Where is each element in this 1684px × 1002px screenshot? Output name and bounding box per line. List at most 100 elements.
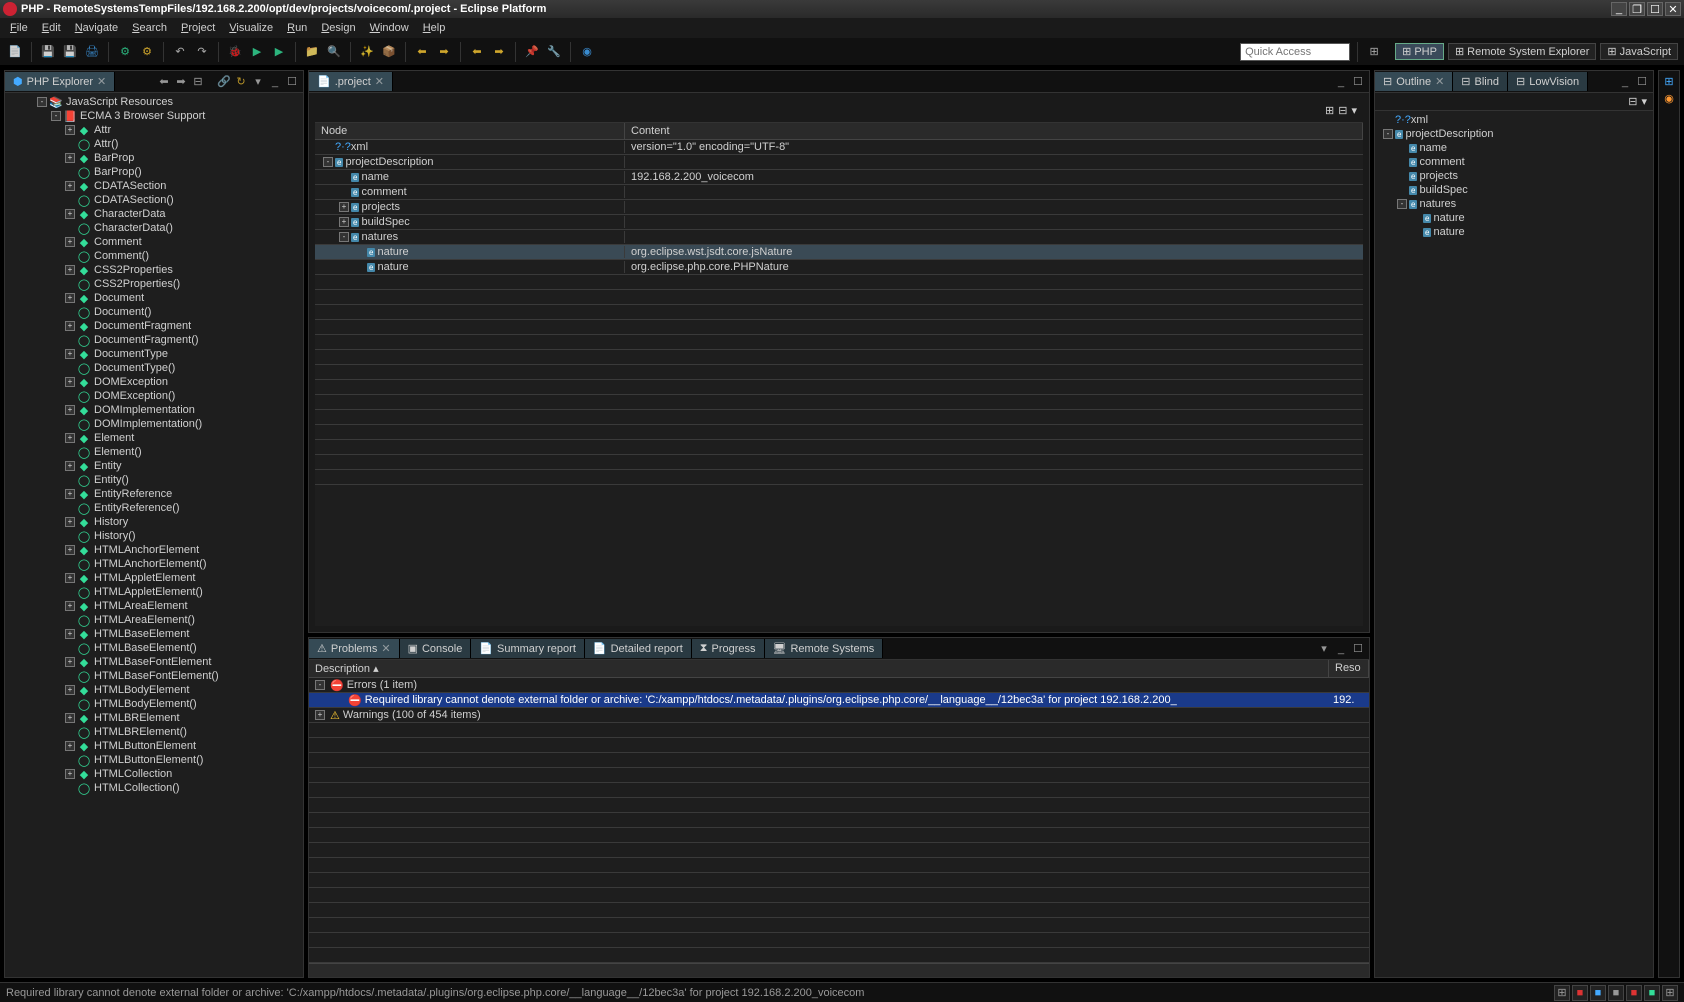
tree-item[interactable]: +◆CharacterData <box>5 207 303 221</box>
expand-icon[interactable]: - <box>1397 199 1407 209</box>
tree-item[interactable]: ◯HTMLCollection() <box>5 781 303 795</box>
minimize-icon[interactable]: _ <box>1334 642 1348 656</box>
editor-tab-project[interactable]: 📄 .project ✕ <box>309 72 393 91</box>
expand-icon[interactable]: - <box>37 97 47 107</box>
tab-progress[interactable]: ⧗Progress <box>692 639 765 658</box>
menu-project[interactable]: Project <box>175 20 221 36</box>
description-column[interactable]: Description ▴ <box>309 660 1329 677</box>
forward-button[interactable]: ➡ <box>435 43 453 61</box>
expand-all-icon[interactable]: ⊞ <box>1325 104 1334 117</box>
tree-item[interactable]: +◆HTMLButtonElement <box>5 739 303 753</box>
problem-row[interactable]: ⛔Required library cannot denote external… <box>309 693 1369 708</box>
save-button[interactable]: 💾 <box>39 43 57 61</box>
collapse-all-icon[interactable]: ⊟ <box>1338 104 1347 117</box>
expand-icon[interactable]: - <box>339 232 349 242</box>
tree-item[interactable]: ◯Attr() <box>5 137 303 151</box>
maximize-icon[interactable]: ☐ <box>1351 75 1365 89</box>
expand-icon[interactable]: - <box>1383 129 1393 139</box>
tree-item[interactable]: ◯CSS2Properties() <box>5 277 303 291</box>
outline-tab-blind[interactable]: ⊟Blind <box>1453 72 1508 91</box>
forward-icon[interactable]: ➡ <box>174 75 188 89</box>
view-menu-icon[interactable]: ▾ <box>1351 104 1357 117</box>
maximize-icon[interactable]: ☐ <box>285 75 299 89</box>
tree-item[interactable]: ◯HTMLBaseElement() <box>5 641 303 655</box>
horizontal-scrollbar[interactable] <box>309 963 1369 977</box>
tree-item[interactable]: +◆CSS2Properties <box>5 263 303 277</box>
open-perspective-button[interactable]: ⊞ <box>1365 43 1383 61</box>
expand-icon[interactable]: + <box>65 405 75 415</box>
tree-item[interactable]: +◆HTMLCollection <box>5 767 303 781</box>
print-button[interactable]: 🖨 <box>83 43 101 61</box>
maximize-icon[interactable]: ☐ <box>1351 642 1365 656</box>
expand-icon[interactable]: + <box>65 489 75 499</box>
expand-icon[interactable]: + <box>65 153 75 163</box>
content-column-header[interactable]: Content <box>625 123 1363 139</box>
expand-icon[interactable]: + <box>65 237 75 247</box>
outline-row[interactable]: ebuildSpec <box>1375 183 1653 197</box>
status-btn-7[interactable]: ⊞ <box>1662 985 1678 1001</box>
tab-console[interactable]: ▣Console <box>400 639 472 658</box>
tab-problems[interactable]: ⚠Problems✕ <box>309 639 400 658</box>
tree-item[interactable]: ◯Element() <box>5 445 303 459</box>
tree-item[interactable]: ◯DocumentType() <box>5 361 303 375</box>
xml-row[interactable]: ecomment <box>315 185 1363 200</box>
menu-run[interactable]: Run <box>281 20 313 36</box>
view-menu-icon[interactable]: ▾ <box>1317 642 1331 656</box>
help-button[interactable]: ◉ <box>578 43 596 61</box>
view-menu-icon[interactable]: ▾ <box>1641 95 1647 108</box>
tree-item[interactable]: ◯Comment() <box>5 249 303 263</box>
xml-row[interactable]: -enatures <box>315 230 1363 245</box>
expand-icon[interactable]: + <box>65 741 75 751</box>
expand-icon[interactable]: + <box>65 433 75 443</box>
tree-item[interactable]: ◯HTMLBodyElement() <box>5 697 303 711</box>
outline-tree[interactable]: ?·?xml-eprojectDescriptionenameecommente… <box>1375 111 1653 977</box>
expand-icon[interactable]: + <box>65 657 75 667</box>
tree-item[interactable]: +◆HTMLAnchorElement <box>5 543 303 557</box>
save-all-button[interactable]: 💾 <box>61 43 79 61</box>
perspective-php[interactable]: ⊞PHP <box>1395 43 1444 60</box>
new-wizard-button[interactable]: ✨ <box>358 43 376 61</box>
tree-item[interactable]: ◯HTMLAppletElement() <box>5 585 303 599</box>
tree-item[interactable]: ◯History() <box>5 529 303 543</box>
tree-item[interactable]: ◯HTMLBaseFontElement() <box>5 669 303 683</box>
close-button[interactable]: ✕ <box>1665 2 1681 16</box>
view-menu-icon[interactable]: ▾ <box>251 75 265 89</box>
tree-item[interactable]: +◆HTMLBaseElement <box>5 627 303 641</box>
expand-icon[interactable]: + <box>65 573 75 583</box>
tree-ecma[interactable]: -📕ECMA 3 Browser Support <box>5 109 303 123</box>
outline-tool-icon[interactable]: ⊟ <box>1628 95 1637 108</box>
new-button[interactable]: 📄 <box>6 43 24 61</box>
tree-item[interactable]: +◆CDATASection <box>5 179 303 193</box>
minimize-button[interactable]: _ <box>1611 2 1627 16</box>
menu-design[interactable]: Design <box>315 20 361 36</box>
tree-item[interactable]: ◯HTMLButtonElement() <box>5 753 303 767</box>
back-icon[interactable]: ⬅ <box>157 75 171 89</box>
tab-summary-report[interactable]: 📄Summary report <box>471 639 585 658</box>
explorer-tree[interactable]: -📚JavaScript Resources-📕ECMA 3 Browser S… <box>5 93 303 977</box>
tree-item[interactable]: +◆Entity <box>5 459 303 473</box>
expand-icon[interactable]: + <box>65 713 75 723</box>
outline-tab-outline[interactable]: ⊟Outline✕ <box>1375 72 1453 91</box>
close-icon[interactable]: ✕ <box>375 75 384 88</box>
outline-row[interactable]: ecomment <box>1375 155 1653 169</box>
tree-item[interactable]: ◯Document() <box>5 305 303 319</box>
pin-button[interactable]: 📌 <box>523 43 541 61</box>
cheat-sheet-icon[interactable]: ⊞ <box>1664 75 1673 88</box>
collapse-all-icon[interactable]: ⊟ <box>191 75 205 89</box>
tool-button[interactable]: 🔧 <box>545 43 563 61</box>
run-ext-button[interactable]: ▶ <box>270 43 288 61</box>
problem-row[interactable]: +⚠Warnings (100 of 454 items) <box>309 708 1369 723</box>
outline-row[interactable]: ename <box>1375 141 1653 155</box>
xml-row[interactable]: -eprojectDescription <box>315 155 1363 170</box>
search-button[interactable]: 🔍 <box>325 43 343 61</box>
link-editor-icon[interactable]: 🔗 <box>217 75 231 89</box>
resource-column[interactable]: Reso <box>1329 660 1369 677</box>
outline-row[interactable]: -eprojectDescription <box>1375 127 1653 141</box>
status-btn-1[interactable]: ⊞ <box>1554 985 1570 1001</box>
expand-icon[interactable]: - <box>323 157 333 167</box>
tree-item[interactable]: +◆History <box>5 515 303 529</box>
build-button[interactable]: ⚙ <box>116 43 134 61</box>
xml-row[interactable]: ?·?xmlversion="1.0" encoding="UTF-8" <box>315 140 1363 155</box>
tree-item[interactable]: +◆BarProp <box>5 151 303 165</box>
minimize-icon[interactable]: _ <box>1618 75 1632 89</box>
